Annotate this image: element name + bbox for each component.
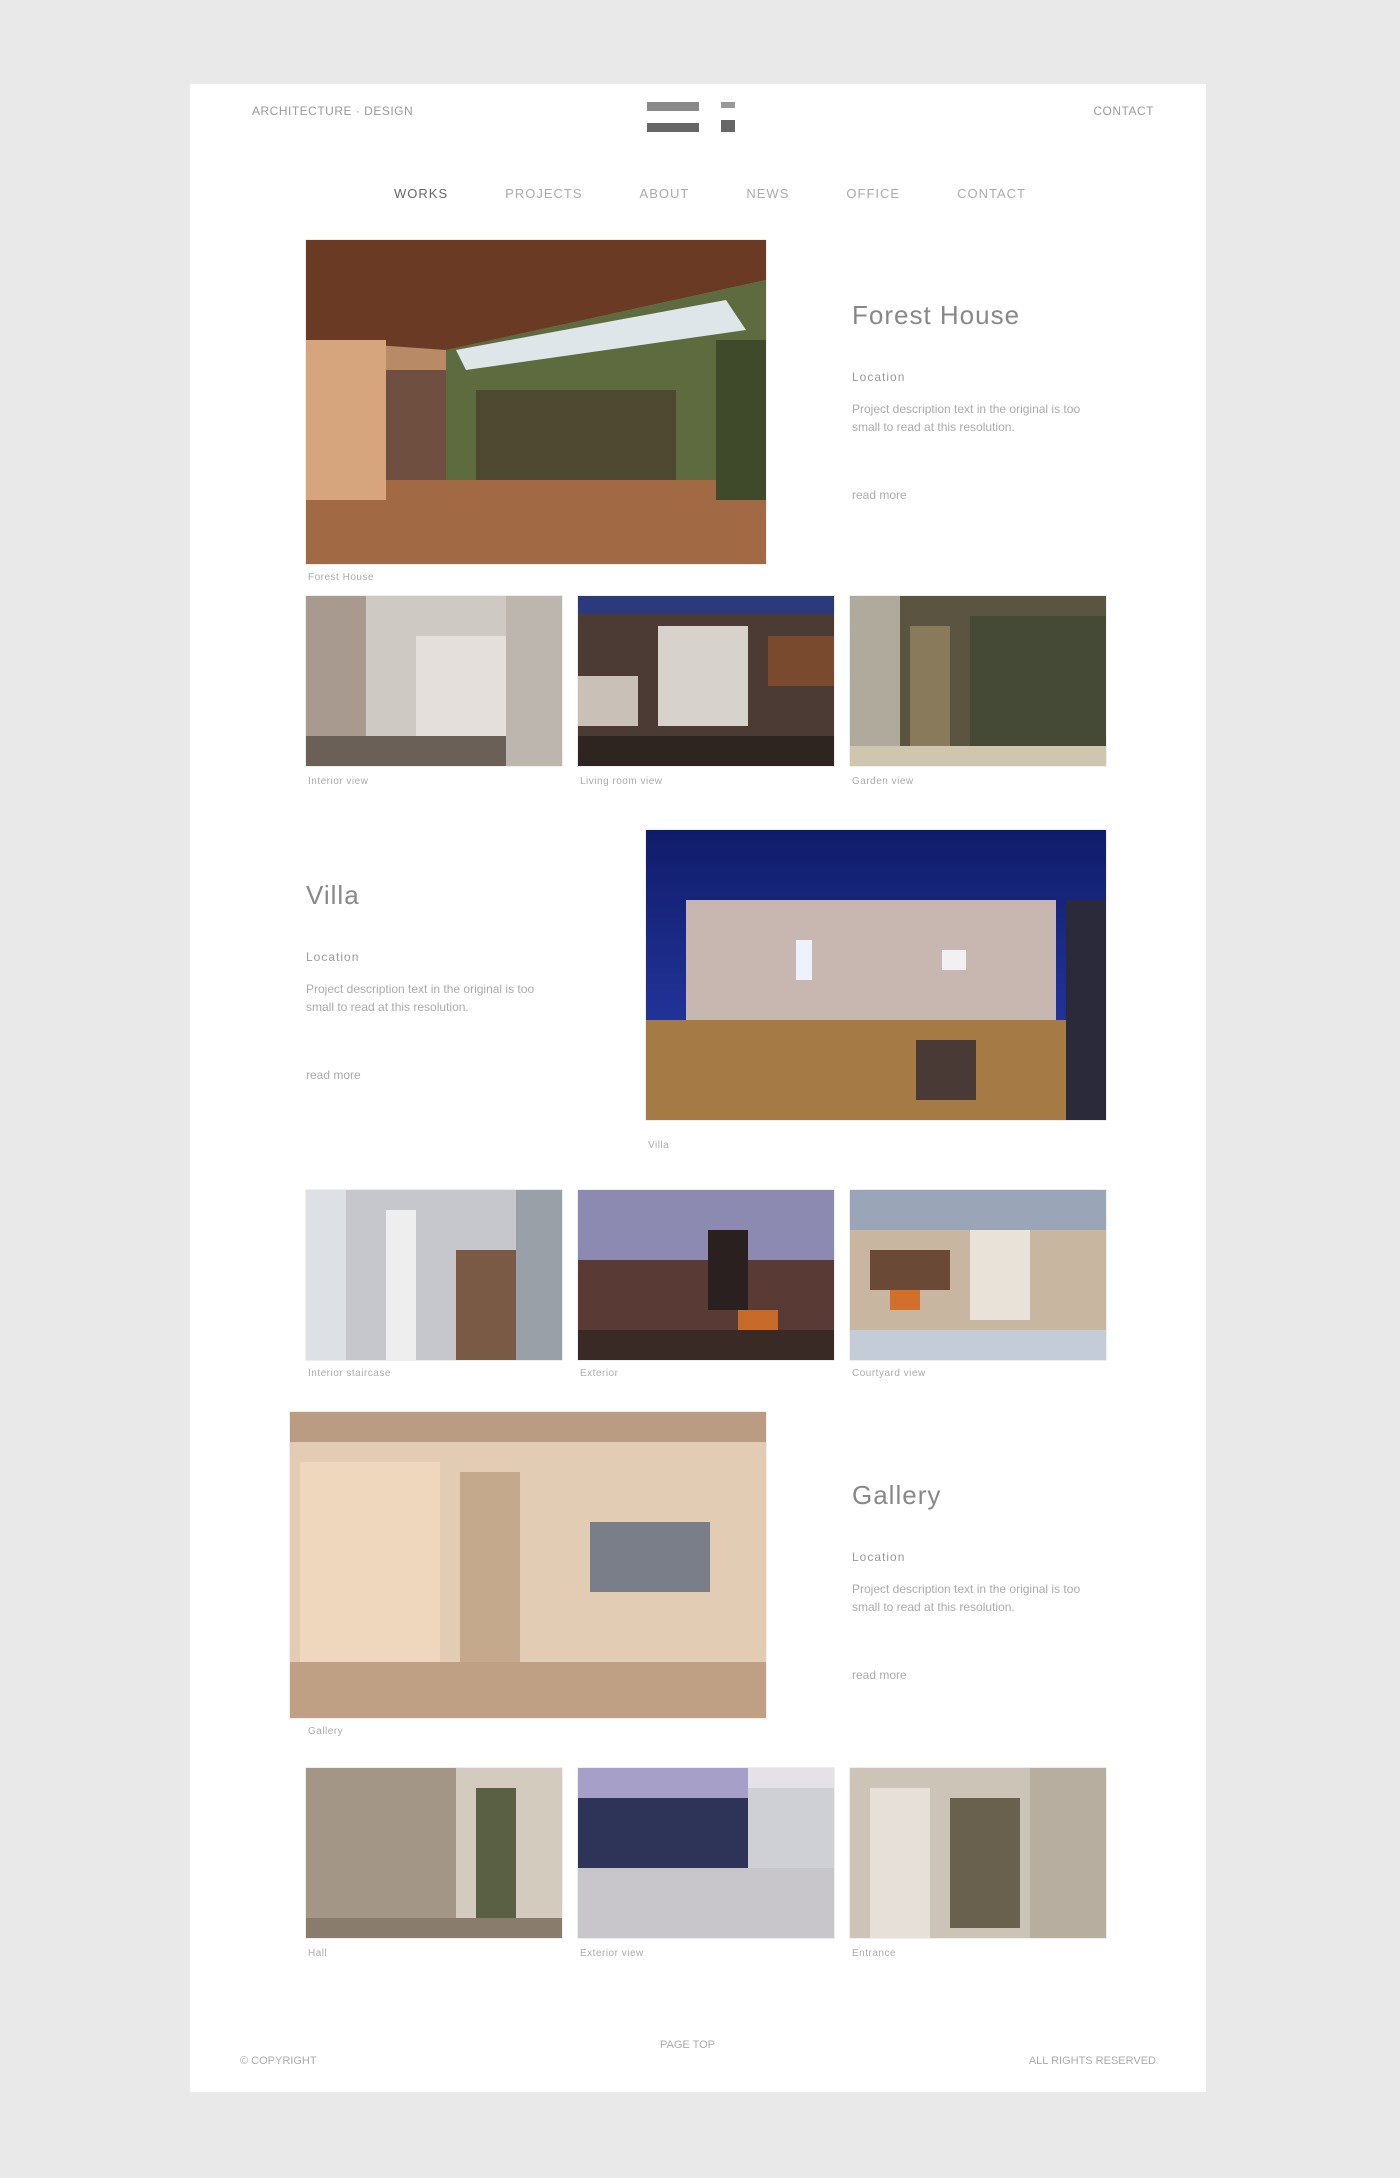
nav-item-projects[interactable]: PROJECTS: [501, 184, 586, 203]
project2-thumb-1-caption: Interior staircase: [308, 1368, 391, 1379]
project3-read-more[interactable]: read more: [852, 1668, 907, 1682]
project1-thumb-2-art: [578, 596, 834, 766]
project1-thumb-2-caption: Living room view: [580, 776, 663, 787]
project3-location: Location: [852, 1550, 906, 1564]
project2-hero-caption: Villa: [648, 1140, 670, 1151]
project1-thumb-2[interactable]: [578, 596, 834, 766]
site-logo[interactable]: [647, 102, 735, 132]
project2-thumb-1-art: [306, 1190, 562, 1360]
project1-thumb-1-caption: Interior view: [308, 776, 369, 787]
project3-thumb-3-art: [850, 1768, 1106, 1938]
topbar-left-text[interactable]: ARCHITECTURE · DESIGN: [252, 104, 413, 118]
project3-thumb-2-art: [578, 1768, 834, 1938]
nav-item-news[interactable]: NEWS: [742, 184, 793, 203]
project3-thumb-2-caption: Exterior view: [580, 1948, 644, 1959]
footer-copyright: © COPYRIGHT: [240, 2055, 317, 2067]
project2-thumb-1[interactable]: [306, 1190, 562, 1360]
logo-mark-secondary: [721, 102, 735, 132]
project1-hero-image[interactable]: [306, 240, 766, 564]
project1-hero-caption: Forest House: [308, 572, 375, 583]
project2-title[interactable]: Villa: [306, 880, 360, 911]
footer-page-top-link[interactable]: PAGE TOP: [660, 2039, 715, 2051]
project2-thumb-2[interactable]: [578, 1190, 834, 1360]
project2-thumb-3-art: [850, 1190, 1106, 1360]
nav-item-contact[interactable]: CONTACT: [953, 184, 1030, 203]
project2-thumb-2-caption: Exterior: [580, 1368, 619, 1379]
project3-thumb-3-caption: Entrance: [852, 1948, 897, 1959]
nav-item-office[interactable]: OFFICE: [842, 184, 904, 203]
project3-thumb-1[interactable]: [306, 1768, 562, 1938]
project1-hero-art: [306, 240, 766, 564]
project2-thumb-3[interactable]: [850, 1190, 1106, 1360]
project3-hero-art: [290, 1412, 766, 1718]
nav-item-about[interactable]: ABOUT: [636, 184, 694, 203]
project3-thumb-1-caption: Hall: [308, 1948, 328, 1959]
project1-thumb-1[interactable]: [306, 596, 562, 766]
project1-thumb-3-caption: Garden view: [852, 776, 914, 787]
project3-thumb-3[interactable]: [850, 1768, 1106, 1938]
project2-hero-image[interactable]: [646, 830, 1106, 1120]
project3-thumb-1-art: [306, 1768, 562, 1938]
project2-hero-art: [646, 830, 1106, 1120]
nav-item-works[interactable]: WORKS: [390, 184, 452, 203]
project3-hero-image[interactable]: [290, 1412, 766, 1718]
page-container: ARCHITECTURE · DESIGN CONTACT WORKS PROJ…: [190, 84, 1206, 2092]
project2-read-more[interactable]: read more: [306, 1068, 361, 1082]
main-nav: WORKS PROJECTS ABOUT NEWS OFFICE CONTACT: [390, 184, 1030, 203]
project1-thumb-1-art: [306, 596, 562, 766]
project3-thumb-2[interactable]: [578, 1768, 834, 1938]
project1-location: Location: [852, 370, 906, 384]
project2-thumb-3-caption: Courtyard view: [852, 1368, 926, 1379]
project3-hero-caption: Gallery: [308, 1726, 344, 1737]
project1-read-more[interactable]: read more: [852, 488, 907, 502]
project3-description: Project description text in the original…: [852, 1582, 1081, 1614]
project1-description: Project description text in the original…: [852, 402, 1081, 434]
project2-description: Project description text in the original…: [306, 982, 535, 1014]
project1-thumb-3-art: [850, 596, 1106, 766]
contact-link[interactable]: CONTACT: [1093, 104, 1154, 118]
logo-mark-icon: [647, 102, 699, 132]
project1-title[interactable]: Forest House: [852, 300, 1020, 331]
project2-location: Location: [306, 950, 360, 964]
project1-thumb-3[interactable]: [850, 596, 1106, 766]
footer-rights: ALL RIGHTS RESERVED: [1028, 2055, 1156, 2067]
project2-thumb-2-art: [578, 1190, 834, 1360]
project3-title[interactable]: Gallery: [852, 1480, 941, 1511]
